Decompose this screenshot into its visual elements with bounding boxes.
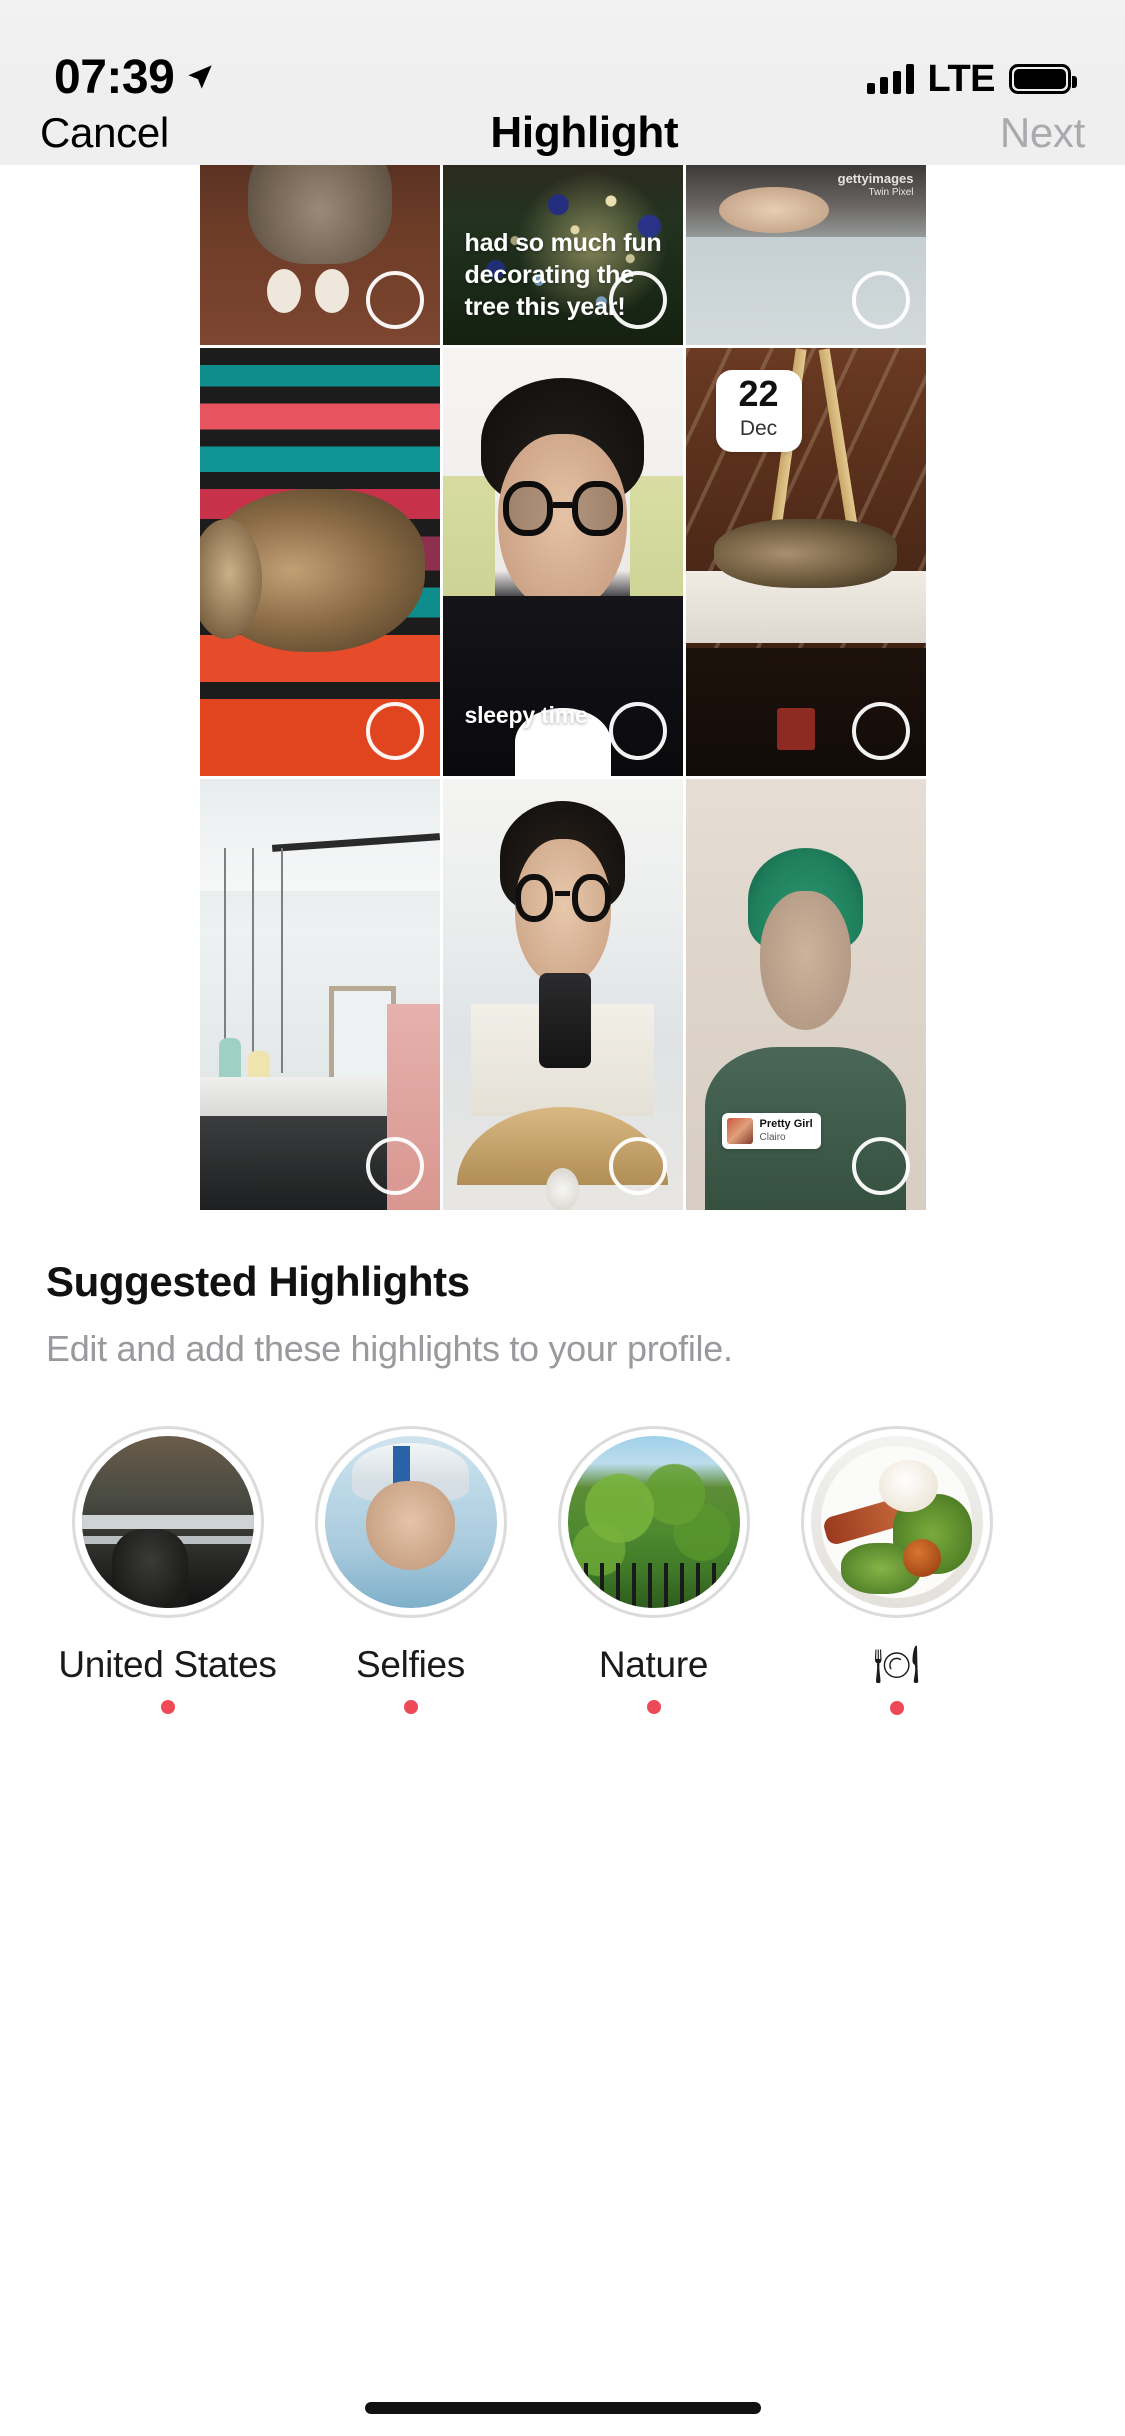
suggested-highlight-food[interactable]: 🍽 [775, 1426, 1018, 1715]
suggested-highlights-subtitle: Edit and add these highlights to your pr… [46, 1328, 733, 1369]
music-sticker-title: Pretty Girl [759, 1117, 813, 1130]
navigation-bar: Cancel Highlight Next [0, 100, 1125, 165]
story-thumbnail-9[interactable]: Pretty Girl Clairo [685, 779, 926, 1210]
battery-full-icon [1009, 64, 1077, 94]
story-thumbnail-5[interactable]: sleepy time [442, 348, 683, 776]
location-arrow-icon [186, 39, 214, 96]
cancel-button[interactable]: Cancel [40, 109, 169, 157]
new-badge-dot-food [889, 1701, 904, 1715]
story-thumbnail-2[interactable]: had so much fun decorating the tree this… [442, 165, 683, 345]
story-overlay-text-5: sleepy time [464, 701, 588, 728]
suggested-highlight-united-states[interactable]: United States [46, 1426, 289, 1715]
highlight-label-food: 🍽 [873, 1644, 920, 1685]
instagram-highlight-picker-screen: 07:39 LTE Cancel Highlight Next had so m [0, 0, 1125, 2436]
date-sticker-month: Dec [739, 417, 778, 441]
suggested-highlights-list: United States Selfies Nature 🍽 [46, 1426, 1079, 1715]
home-indicator[interactable] [364, 2402, 761, 2414]
selection-circle-4[interactable] [365, 702, 424, 760]
next-button[interactable]: Next [1000, 109, 1085, 157]
new-badge-dot-selfies [403, 1700, 418, 1714]
selection-circle-6[interactable] [851, 702, 910, 760]
story-thumbnail-4[interactable] [199, 348, 440, 776]
suggested-highlight-nature[interactable]: Nature [532, 1426, 775, 1715]
highlight-avatar-selfies[interactable] [314, 1426, 507, 1618]
page-title: Highlight [490, 107, 679, 157]
highlight-avatar-united-states[interactable] [71, 1426, 264, 1618]
date-sticker: 22 Dec [715, 370, 802, 452]
story-thumbnail-1[interactable] [199, 165, 440, 345]
status-bar-right: LTE [866, 34, 1077, 101]
suggested-highlights-title: Suggested Highlights [46, 1258, 470, 1305]
suggested-highlight-selfies[interactable]: Selfies [289, 1426, 532, 1715]
selection-circle-9[interactable] [851, 1137, 910, 1195]
selection-circle-5[interactable] [608, 702, 667, 760]
getty-watermark: gettyimages Twin Pixel [838, 171, 914, 199]
music-sticker-artist: Clairo [759, 1131, 786, 1143]
selection-circle-2[interactable] [608, 271, 667, 329]
music-sticker: Pretty Girl Clairo [721, 1112, 821, 1149]
getty-watermark-main: gettyimages [837, 171, 914, 186]
highlight-label-nature: Nature [598, 1644, 709, 1685]
date-sticker-day: 22 [738, 373, 779, 415]
story-thumbnail-7[interactable] [199, 779, 440, 1210]
story-thumbnail-8[interactable] [442, 779, 683, 1210]
highlight-avatar-nature[interactable] [557, 1426, 750, 1618]
status-bar-left: 07:39 [54, 32, 214, 102]
new-badge-dot-united-states [160, 1700, 175, 1714]
getty-watermark-sub: Twin Pixel [868, 186, 914, 198]
network-type-label: LTE [927, 57, 996, 100]
highlight-label-selfies: Selfies [356, 1644, 465, 1685]
album-art-icon [726, 1117, 753, 1144]
highlight-label-united-states: United States [58, 1644, 277, 1685]
story-thumbnail-6[interactable]: 22 Dec [685, 348, 926, 776]
new-badge-dot-nature [646, 1700, 661, 1714]
selection-circle-3[interactable] [851, 271, 910, 329]
cellular-bars-icon [866, 64, 914, 94]
highlight-avatar-food[interactable] [800, 1426, 993, 1618]
selection-circle-7[interactable] [365, 1137, 424, 1195]
selection-circle-1[interactable] [365, 271, 424, 329]
story-grid: had so much fun decorating the tree this… [0, 165, 1125, 1210]
story-thumbnail-3[interactable]: gettyimages Twin Pixel [685, 165, 926, 345]
status-bar-time: 07:39 [54, 51, 175, 104]
suggested-highlights-section: Suggested Highlights Edit and add these … [0, 1212, 1125, 2332]
selection-circle-8[interactable] [608, 1137, 667, 1195]
